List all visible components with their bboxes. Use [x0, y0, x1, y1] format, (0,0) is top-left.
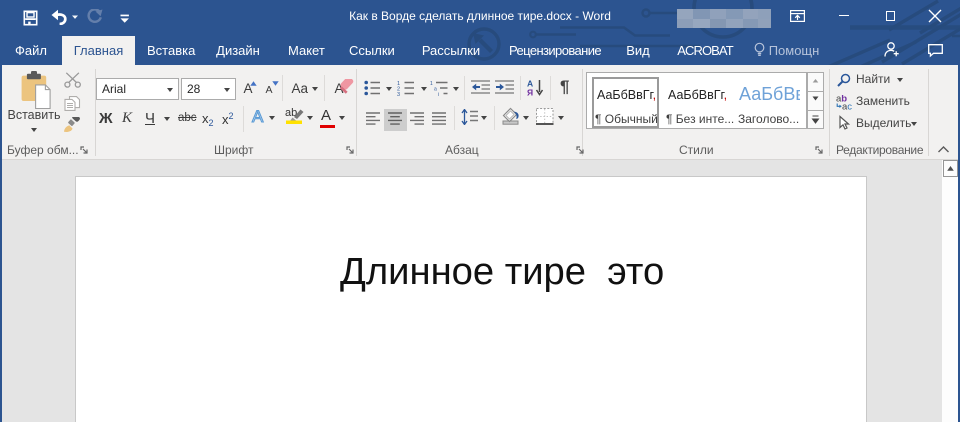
svg-text:Я: Я [527, 88, 533, 97]
svg-text:3: 3 [397, 92, 400, 96]
svg-text:a: a [434, 87, 437, 93]
svg-text:i: i [438, 92, 439, 96]
svg-text:ac: ac [842, 102, 852, 111]
svg-text:1: 1 [430, 81, 433, 87]
